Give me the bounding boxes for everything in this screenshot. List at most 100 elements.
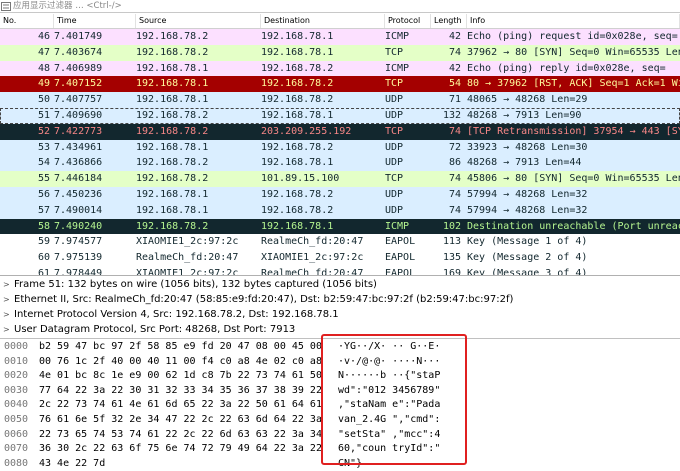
packet-cell-src: 192.168.78.1 — [136, 204, 209, 216]
hex-ascii[interactable]: N······b ··{"staP — [338, 369, 440, 384]
expand-arrow-icon[interactable]: > — [3, 307, 10, 322]
hex-bytes[interactable]: 76 61 6e 5f 32 2e 34 47 22 2c 22 63 6d 6… — [39, 413, 322, 428]
filter-input[interactable]: 应用显示过滤器 … <Ctrl-/> — [13, 0, 122, 12]
hex-bytes[interactable]: 22 73 65 74 53 74 61 22 2c 22 6d 63 63 2… — [39, 428, 322, 443]
packet-cell-info: 37962 → 80 [SYN] Seq=0 Win=65535 Len — [467, 46, 680, 58]
hex-ascii[interactable]: "setSta" ,"mcc":4 — [338, 428, 440, 443]
packet-cell-len: 74 — [448, 125, 461, 137]
hex-offset[interactable]: 0040 — [4, 398, 28, 413]
packet-row[interactable]: 47 7.403674 192.168.78.2 192.168.78.1 TCP 74 3… — [0, 44, 680, 61]
packet-row[interactable]: 54 7.436866 192.168.78.2 192.168.78.1 UDP 86 4… — [0, 155, 680, 172]
expand-arrow-icon[interactable]: > — [3, 322, 10, 337]
packet-row[interactable]: 52 7.422773 192.168.78.2 203.209.255.192 TCP… — [0, 123, 680, 140]
packet-row[interactable]: 50 7.407757 192.168.78.1 192.168.78.2 UDP 71 4… — [0, 92, 680, 108]
hex-ascii[interactable]: wd":"012 3456789" — [338, 384, 440, 399]
packet-cell-dst: RealmeCh_fd:20:47 — [261, 236, 364, 248]
packet-cell-len: 169 — [442, 267, 461, 276]
hex-offset[interactable]: 0070 — [4, 442, 28, 457]
packet-cell-proto: UDP — [385, 204, 404, 216]
packet-cell-dst: 192.168.78.1 — [261, 46, 334, 58]
packet-cell-len: 71 — [448, 94, 461, 106]
packet-cell-proto: ICMP — [385, 220, 410, 232]
hex-ascii[interactable]: van_2.4G ","cmd": — [338, 413, 440, 428]
packet-cell-time: 7.450236 — [54, 188, 103, 200]
packet-row[interactable]: 46 7.401749 192.168.78.2 192.168.78.1 ICMP 42… — [0, 29, 680, 45]
expand-arrow-icon[interactable]: > — [3, 277, 10, 292]
hex-ascii[interactable]: ·YG··/X· ·· G··E· — [338, 340, 440, 355]
expand-arrow-icon[interactable]: > — [3, 292, 10, 307]
hex-offset[interactable]: 0080 — [4, 457, 28, 471]
packet-cell-dst: 192.168.78.2 — [261, 62, 334, 74]
packet-row[interactable]: 49 7.407152 192.168.78.1 192.168.78.2 TCP 54 8… — [0, 76, 680, 93]
packet-cell-dst: 192.168.78.2 — [261, 188, 334, 200]
packet-details-pane[interactable]: > Frame 51: 132 bytes on wire (1056 bits)… — [0, 277, 680, 339]
packet-cell-len: 74 — [448, 173, 461, 185]
hex-offset[interactable]: 0050 — [4, 413, 28, 428]
packet-row[interactable]: 57 7.490014 192.168.78.1 192.168.78.2 UDP 74 5… — [0, 202, 680, 219]
packet-row[interactable]: 48 7.406989 192.168.78.1 192.168.78.2 ICMP 42… — [0, 60, 680, 77]
bookmark-icon[interactable] — [1, 2, 11, 11]
hex-ascii[interactable]: CN"} — [338, 457, 362, 471]
packet-row[interactable]: 60 7.975139 RealmeCh_fd:20:47 XIAOMIE1_2c:9… — [0, 250, 680, 266]
hex-bytes[interactable]: 00 76 1c 2f 40 00 40 11 00 f4 c0 a8 4e 0… — [39, 355, 322, 370]
hex-bytes[interactable]: b2 59 47 bc 97 2f 58 85 e9 fd 20 47 08 0… — [39, 340, 322, 355]
hex-line: 0060 22 73 65 74 53 74 61 22 2c 22 6d 63 … — [0, 428, 680, 443]
column-time[interactable]: Time — [54, 14, 136, 28]
packet-cell-time: 7.434961 — [54, 141, 103, 153]
hex-bytes[interactable]: 2c 22 73 74 61 4e 61 6d 65 22 3a 22 50 6… — [39, 398, 322, 413]
detail-tree-label: User Datagram Protocol, Src Port: 48268,… — [14, 324, 296, 335]
hex-bytes[interactable]: 43 4e 22 7d — [39, 457, 105, 471]
hex-line: 0050 76 61 6e 5f 32 2e 34 47 22 2c 22 63 … — [0, 413, 680, 428]
packet-cell-no: 60 — [37, 252, 50, 264]
packet-cell-src: 192.168.78.1 — [136, 141, 209, 153]
packet-cell-proto: UDP — [385, 94, 404, 106]
display-filter-bar[interactable]: 应用显示过滤器 … <Ctrl-/> — [0, 0, 680, 13]
hex-offset[interactable]: 0030 — [4, 384, 28, 399]
packet-list[interactable]: No. Time Source Destination Protocol Len… — [0, 14, 680, 276]
detail-tree-item[interactable]: > Frame 51: 132 bytes on wire (1056 bits)… — [0, 277, 680, 292]
column-source[interactable]: Source — [136, 14, 261, 28]
packet-cell-src: 192.168.78.2 — [136, 220, 209, 232]
packet-cell-src: 192.168.78.1 — [136, 78, 209, 90]
packet-cell-dst: XIAOMIE1_2c:97:2c — [261, 252, 364, 264]
packet-cell-no: 50 — [37, 94, 50, 106]
packet-cell-src: RealmeCh_fd:20:47 — [136, 252, 239, 264]
hex-ascii[interactable]: 60,"coun tryId":" — [338, 442, 440, 457]
detail-tree-label: Ethernet II, Src: RealmeCh_fd:20:47 (58:… — [14, 294, 514, 305]
packet-cell-len: 54 — [448, 78, 461, 90]
hex-offset[interactable]: 0060 — [4, 428, 28, 443]
packet-cell-info: 48065 → 48268 Len=29 — [467, 94, 588, 106]
packet-cell-time: 7.490014 — [54, 204, 103, 216]
hex-offset[interactable]: 0020 — [4, 369, 28, 384]
packet-cell-len: 42 — [448, 62, 461, 74]
packet-row[interactable]: 58 7.490240 192.168.78.2 192.168.78.1 ICMP 10… — [0, 218, 680, 235]
packet-cell-dst: 192.168.78.2 — [261, 141, 334, 153]
packet-cell-time: 7.422773 — [54, 125, 103, 137]
packet-bytes-pane[interactable]: 0000 b2 59 47 bc 97 2f 58 85 e9 fd 20 47 … — [0, 340, 680, 471]
hex-bytes[interactable]: 77 64 22 3a 22 30 31 32 33 34 35 36 37 3… — [39, 384, 322, 399]
column-destination[interactable]: Destination — [261, 14, 385, 28]
packet-row[interactable]: 51 7.409690 192.168.78.2 192.168.78.1 UDP 132… — [0, 107, 680, 124]
packet-cell-time: 7.975139 — [54, 252, 103, 264]
packet-row[interactable]: 55 7.446184 192.168.78.2 101.89.15.100 TCP 74… — [0, 171, 680, 187]
column-protocol[interactable]: Protocol — [385, 14, 431, 28]
packet-cell-dst: 192.168.78.1 — [261, 109, 334, 121]
packet-cell-info: 45806 → 80 [SYN] Seq=0 Win=65535 Len — [467, 173, 680, 185]
packet-row[interactable]: 56 7.450236 192.168.78.1 192.168.78.2 UDP 74 5… — [0, 186, 680, 203]
hex-bytes[interactable]: 4e 01 bc 8c 1e e9 00 62 1d c8 7b 22 73 7… — [39, 369, 322, 384]
hex-bytes[interactable]: 36 30 2c 22 63 6f 75 6e 74 72 79 49 64 2… — [39, 442, 322, 457]
column-info[interactable]: Info — [467, 14, 680, 28]
hex-offset[interactable]: 0000 — [4, 340, 28, 355]
packet-row[interactable]: 61 7.978449 XIAOMIE1_2c:97:2c RealmeCh_fd:2… — [0, 265, 680, 276]
hex-ascii[interactable]: ,"staNam e":"Pada — [338, 398, 440, 413]
packet-row[interactable]: 53 7.434961 192.168.78.1 192.168.78.2 UDP 72 3… — [0, 139, 680, 156]
detail-tree-item[interactable]: > Internet Protocol Version 4, Src: 192.1… — [0, 307, 680, 322]
packet-row[interactable]: 59 7.974577 XIAOMIE1_2c:97:2c RealmeCh_fd:2… — [0, 234, 680, 251]
hex-ascii[interactable]: ·v·/@·@· ····N··· — [338, 355, 440, 370]
column-no[interactable]: No. — [0, 14, 54, 28]
detail-tree-item[interactable]: > User Datagram Protocol, Src Port: 48268… — [0, 322, 680, 337]
detail-tree-item[interactable]: > Ethernet II, Src: RealmeCh_fd:20:47 (58… — [0, 292, 680, 307]
packet-cell-dst: 192.168.78.2 — [261, 78, 334, 90]
hex-offset[interactable]: 0010 — [4, 355, 28, 370]
column-length[interactable]: Length — [431, 14, 467, 28]
